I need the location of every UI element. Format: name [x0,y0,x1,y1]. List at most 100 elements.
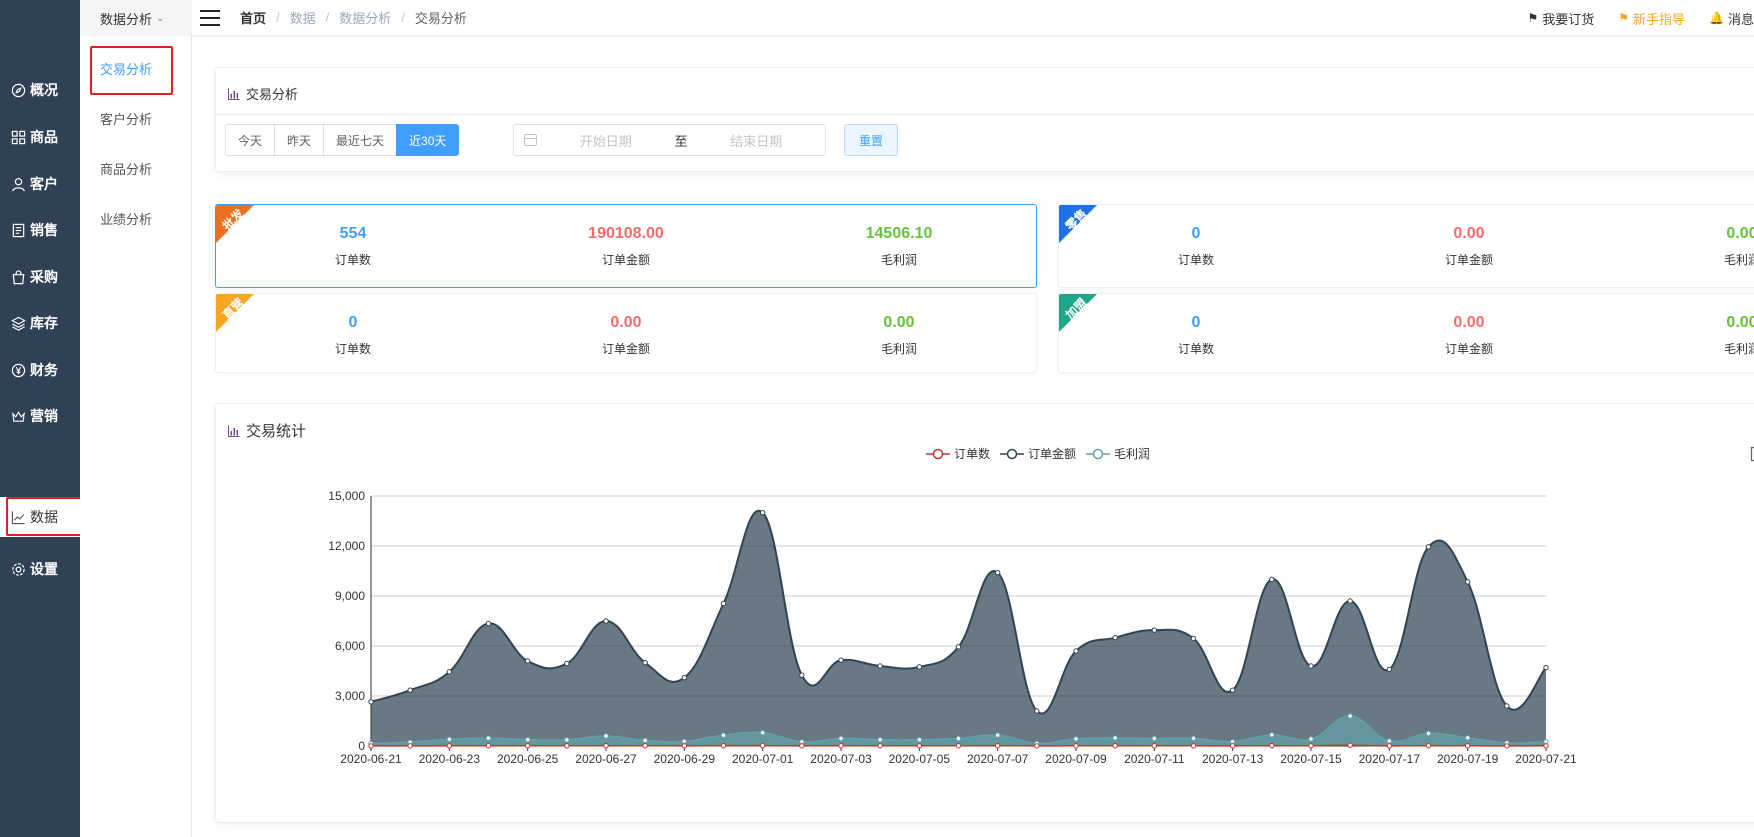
range-today-button[interactable]: 今天 [225,124,276,156]
data-point [368,740,374,747]
data-point [1112,634,1118,641]
submenu-item-label: 交易分析 [100,61,153,77]
data-point [877,743,883,749]
submenu-item-product-analysis[interactable]: 商品分析 [80,148,192,188]
y-tick-label: 3,000 [335,689,365,703]
compass-icon [10,82,26,98]
data-point [1112,735,1118,741]
layers-icon [10,315,26,331]
order-link[interactable]: ⚑ 我要订货 [1527,9,1594,28]
data-point [1543,664,1549,671]
amount-value: 0.00 [1453,314,1485,331]
range-30days-button[interactable]: 近30天 [396,124,460,156]
data-point [368,699,374,705]
series-line-0 [370,744,1547,747]
messages-link[interactable]: 🔔 消息 [1709,9,1754,28]
sidebar-item-customers[interactable]: 客户 [0,164,80,204]
data-point [485,620,492,627]
save-data-view-icon[interactable] [1750,446,1754,462]
range-7days-button[interactable]: 最近七天 [323,124,398,156]
legend-item-orders[interactable]: 订单数 [926,445,990,462]
data-point [642,737,648,744]
data-point [1269,576,1275,583]
sidebar-item-settings[interactable]: 设置 [0,549,80,589]
x-tick-label: 2020-07-13 [1202,752,1264,766]
submenu-item-label: 客户分析 [100,111,153,127]
y-tick-label: 0 [358,739,365,753]
stat-card-wholesale[interactable]: 批发 554 订单数 190108.00 订单金额 14506.10 毛利润 [215,204,1037,288]
end-date-input[interactable]: 结束日期 [688,131,826,150]
legend-label: 订单数 [954,447,991,461]
range-yesterday-button[interactable]: 昨天 [274,124,325,156]
orders-value: 554 [339,225,367,242]
sidebar-item-inventory[interactable]: 库存 [0,303,80,343]
hamburger-menu-icon[interactable] [200,9,220,26]
data-point [838,743,844,749]
guide-link-label: 新手指导 [1633,11,1686,27]
guide-link[interactable]: ⚑ 新手指导 [1618,9,1685,28]
data-point [799,739,805,745]
data-point [1504,743,1510,749]
data-point [446,736,453,743]
x-tick-label: 2020-07-19 [1437,752,1499,766]
x-tick-label: 2020-07-07 [967,752,1029,766]
data-point [759,742,766,749]
breadcrumb-data[interactable]: 数据 [290,8,316,27]
data-point [720,600,727,607]
sidebar-item-sales[interactable]: 销售 [0,210,80,250]
stat-card-retail[interactable]: 零售 0 订单数 0.00 订单金额 0.00 毛利润 [1058,204,1754,288]
data-point [994,742,1001,749]
start-date-input[interactable]: 开始日期 [537,131,675,150]
chart-title: 交易统计 [228,420,306,441]
date-range-picker[interactable]: 开始日期 至 结束日期 [513,124,826,156]
sidebar-item-label: 概况 [30,82,58,98]
sidebar-item-label: 采购 [30,269,58,285]
amount-value: 0.00 [1453,225,1485,242]
data-point [1386,738,1393,744]
flag-icon: ⚑ [1527,11,1539,25]
y-tick-label: 9,000 [335,589,365,603]
sidebar-item-label: 数据 [30,509,58,525]
data-point [1347,598,1353,604]
data-point [1229,743,1236,749]
breadcrumb-data-analysis[interactable]: 数据分析 [339,8,391,27]
sidebar-item-label: 客户 [30,176,58,192]
series-line-2 [370,715,1547,745]
x-tick-label: 2020-06-23 [419,752,481,766]
x-tick-label: 2020-07-03 [810,752,872,766]
data-point [720,732,727,738]
reset-button[interactable]: 重置 [844,124,899,156]
filter-panel: 交易分析 今天 昨天 最近七天 近30天 开始日期 至 结束日期 重置 [215,67,1754,172]
data-point [1308,663,1314,669]
data-point [1347,742,1353,748]
sidebar-item-data[interactable]: 数据 [0,497,80,537]
date-range-buttons: 今天 昨天 最近七天 近30天 [225,124,460,156]
data-point [642,659,648,666]
sidebar-item-overview[interactable]: 概况 [0,70,80,110]
stat-card-direct[interactable]: 直营 0 订单数 0.00 订单金额 0.00 毛利润 [215,293,1037,373]
submenu-header[interactable]: 数据分析 ⌄ [80,0,192,36]
submenu-item-trade-analysis[interactable]: 交易分析 [80,48,192,88]
sidebar-item-products[interactable]: 商品 [0,117,80,157]
data-point [681,674,688,681]
sidebar-item-finance[interactable]: 财务 [0,350,80,390]
top-bar: 首页 / 数据 / 数据分析 / 交易分析 ⚑ 我要订货 ⚑ 新手指导 🔔 消息 [192,0,1754,36]
breadcrumb-home[interactable]: 首页 [240,8,266,27]
submenu-item-label: 商品分析 [100,161,153,177]
data-point [1034,743,1040,749]
sidebar-item-label: 设置 [30,561,58,577]
legend-item-profit[interactable]: 毛利润 [1086,445,1150,462]
orders-value: 0 [1191,225,1201,242]
legend-item-amount[interactable]: 订单金额 [1000,445,1076,462]
submenu-item-performance-analysis[interactable]: 业绩分析 [80,198,192,238]
x-tick-label: 2020-06-27 [575,752,637,766]
data-point [564,660,570,667]
sidebar-item-marketing[interactable]: 营销 [0,396,80,436]
submenu-item-customer-analysis[interactable]: 客户分析 [80,98,192,138]
amount-label: 订单金额 [1444,253,1493,267]
data-point [407,739,413,745]
bag-icon [10,269,26,285]
stat-card-franchise[interactable]: 加盟 0 订单数 0.00 订单金额 0.00 毛利润 [1058,293,1754,373]
x-tick-label: 2020-07-01 [732,752,794,766]
sidebar-item-purchase[interactable]: 采购 [0,257,80,297]
